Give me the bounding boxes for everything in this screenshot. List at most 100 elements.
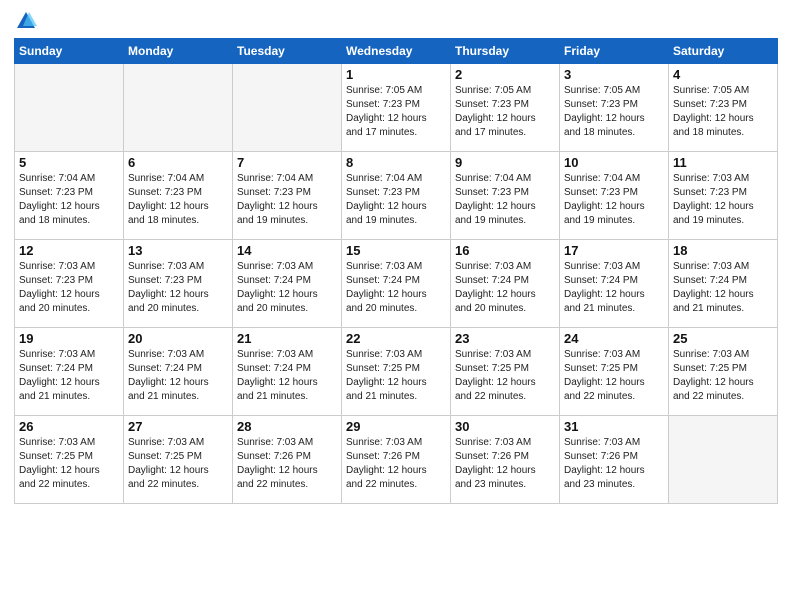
weekday-header-sunday: Sunday [15,39,124,64]
week-row-5: 26 Sunrise: 7:03 AM Sunset: 7:25 PM Dayli… [15,416,778,504]
day-info: Sunrise: 7:03 AM Sunset: 7:24 PM Dayligh… [237,348,337,404]
calendar-cell: 15 Sunrise: 7:03 AM Sunset: 7:24 PM Dayli… [342,240,451,328]
calendar-cell: 22 Sunrise: 7:03 AM Sunset: 7:25 PM Dayli… [342,328,451,416]
day-number: 30 [455,419,555,434]
calendar-table: SundayMondayTuesdayWednesdayThursdayFrid… [14,38,778,504]
day-number: 12 [19,243,119,258]
day-info: Sunrise: 7:03 AM Sunset: 7:23 PM Dayligh… [673,172,773,228]
day-info: Sunrise: 7:03 AM Sunset: 7:24 PM Dayligh… [346,260,446,316]
day-info: Sunrise: 7:03 AM Sunset: 7:23 PM Dayligh… [128,260,228,316]
calendar-cell: 5 Sunrise: 7:04 AM Sunset: 7:23 PM Daylig… [15,152,124,240]
day-number: 24 [564,331,664,346]
calendar-cell: 4 Sunrise: 7:05 AM Sunset: 7:23 PM Daylig… [669,64,778,152]
calendar-cell: 26Sunrise: 7:03 AM Sunset: 7:25 PM Dayli… [15,416,124,504]
calendar-cell: 12 Sunrise: 7:03 AM Sunset: 7:23 PM Dayli… [15,240,124,328]
calendar-cell: 6 Sunrise: 7:04 AM Sunset: 7:23 PM Daylig… [124,152,233,240]
weekday-header-thursday: Thursday [451,39,560,64]
weekday-header-friday: Friday [560,39,669,64]
calendar-cell: 19 Sunrise: 7:03 AM Sunset: 7:24 PM Dayli… [15,328,124,416]
weekday-header-monday: Monday [124,39,233,64]
day-number: 16 [455,243,555,258]
weekday-header-row: SundayMondayTuesdayWednesdayThursdayFrid… [15,39,778,64]
day-number: 11 [673,155,773,170]
day-number: 31 [564,419,664,434]
day-info: Sunrise: 7:03 AM Sunset: 7:26 PM Dayligh… [237,436,337,492]
logo [14,10,37,32]
calendar-cell [233,64,342,152]
day-number: 28 [237,419,337,434]
day-info: Sunrise: 7:03 AM Sunset: 7:25 PM Dayligh… [346,348,446,404]
weekday-header-wednesday: Wednesday [342,39,451,64]
day-number: 4 [673,67,773,82]
week-row-4: 19 Sunrise: 7:03 AM Sunset: 7:24 PM Dayli… [15,328,778,416]
calendar-cell: 17 Sunrise: 7:03 AM Sunset: 7:24 PM Dayli… [560,240,669,328]
day-number: 19 [19,331,119,346]
day-number: 25 [673,331,773,346]
day-number: 27 [128,419,228,434]
day-number: 3 [564,67,664,82]
day-number: 5 [19,155,119,170]
day-number: 22 [346,331,446,346]
day-info: Sunrise: 7:03 AM Sunset: 7:23 PM Dayligh… [19,260,119,316]
week-row-2: 5 Sunrise: 7:04 AM Sunset: 7:23 PM Daylig… [15,152,778,240]
header [14,10,778,32]
week-row-3: 12 Sunrise: 7:03 AM Sunset: 7:23 PM Dayli… [15,240,778,328]
day-info: Sunrise: 7:04 AM Sunset: 7:23 PM Dayligh… [346,172,446,228]
calendar-cell: 11 Sunrise: 7:03 AM Sunset: 7:23 PM Dayli… [669,152,778,240]
calendar-cell [124,64,233,152]
day-info: Sunrise: 7:05 AM Sunset: 7:23 PM Dayligh… [673,84,773,140]
day-number: 9 [455,155,555,170]
calendar-cell: 31 Sunrise: 7:03 AM Sunset: 7:26 PM Dayli… [560,416,669,504]
calendar-cell: 23Sunrise: 7:03 AM Sunset: 7:25 PM Dayli… [451,328,560,416]
day-info: Sunrise: 7:04 AM Sunset: 7:23 PM Dayligh… [128,172,228,228]
calendar-cell: 13 Sunrise: 7:03 AM Sunset: 7:23 PM Dayli… [124,240,233,328]
day-info: Sunrise: 7:04 AM Sunset: 7:23 PM Dayligh… [564,172,664,228]
day-number: 20 [128,331,228,346]
calendar-cell: 1Sunrise: 7:05 AM Sunset: 7:23 PM Daylig… [342,64,451,152]
calendar-cell: 24 Sunrise: 7:03 AM Sunset: 7:25 PM Dayli… [560,328,669,416]
day-number: 6 [128,155,228,170]
calendar-cell: 20 Sunrise: 7:03 AM Sunset: 7:24 PM Dayli… [124,328,233,416]
logo-icon [15,10,37,32]
day-number: 14 [237,243,337,258]
week-row-1: 1Sunrise: 7:05 AM Sunset: 7:23 PM Daylig… [15,64,778,152]
day-number: 18 [673,243,773,258]
calendar-cell: 2Sunrise: 7:05 AM Sunset: 7:23 PM Daylig… [451,64,560,152]
day-number: 23 [455,331,555,346]
day-info: Sunrise: 7:04 AM Sunset: 7:23 PM Dayligh… [19,172,119,228]
day-info: Sunrise: 7:03 AM Sunset: 7:24 PM Dayligh… [673,260,773,316]
day-info: Sunrise: 7:03 AM Sunset: 7:24 PM Dayligh… [19,348,119,404]
day-number: 10 [564,155,664,170]
day-info: Sunrise: 7:03 AM Sunset: 7:25 PM Dayligh… [128,436,228,492]
calendar-cell: 30 Sunrise: 7:03 AM Sunset: 7:26 PM Dayli… [451,416,560,504]
calendar-cell: 18 Sunrise: 7:03 AM Sunset: 7:24 PM Dayli… [669,240,778,328]
page-container: SundayMondayTuesdayWednesdayThursdayFrid… [0,0,792,510]
calendar-cell: 9 Sunrise: 7:04 AM Sunset: 7:23 PM Daylig… [451,152,560,240]
day-info: Sunrise: 7:03 AM Sunset: 7:26 PM Dayligh… [455,436,555,492]
day-info: Sunrise: 7:05 AM Sunset: 7:23 PM Dayligh… [455,84,555,140]
day-info: Sunrise: 7:04 AM Sunset: 7:23 PM Dayligh… [237,172,337,228]
day-info: Sunrise: 7:05 AM Sunset: 7:23 PM Dayligh… [346,84,446,140]
day-info: Sunrise: 7:03 AM Sunset: 7:24 PM Dayligh… [128,348,228,404]
calendar-cell: 10 Sunrise: 7:04 AM Sunset: 7:23 PM Dayli… [560,152,669,240]
weekday-header-saturday: Saturday [669,39,778,64]
day-number: 13 [128,243,228,258]
day-number: 15 [346,243,446,258]
calendar-cell [669,416,778,504]
day-info: Sunrise: 7:03 AM Sunset: 7:26 PM Dayligh… [564,436,664,492]
day-info: Sunrise: 7:03 AM Sunset: 7:25 PM Dayligh… [673,348,773,404]
day-number: 17 [564,243,664,258]
day-info: Sunrise: 7:04 AM Sunset: 7:23 PM Dayligh… [455,172,555,228]
calendar-cell: 21 Sunrise: 7:03 AM Sunset: 7:24 PM Dayli… [233,328,342,416]
calendar-cell: 25 Sunrise: 7:03 AM Sunset: 7:25 PM Dayli… [669,328,778,416]
day-info: Sunrise: 7:03 AM Sunset: 7:25 PM Dayligh… [564,348,664,404]
day-number: 26 [19,419,119,434]
day-info: Sunrise: 7:03 AM Sunset: 7:24 PM Dayligh… [237,260,337,316]
day-info: Sunrise: 7:03 AM Sunset: 7:24 PM Dayligh… [564,260,664,316]
calendar-cell: 27 Sunrise: 7:03 AM Sunset: 7:25 PM Dayli… [124,416,233,504]
calendar-cell: 29Sunrise: 7:03 AM Sunset: 7:26 PM Dayli… [342,416,451,504]
day-number: 29 [346,419,446,434]
day-info: Sunrise: 7:03 AM Sunset: 7:24 PM Dayligh… [455,260,555,316]
day-number: 21 [237,331,337,346]
calendar-cell [15,64,124,152]
